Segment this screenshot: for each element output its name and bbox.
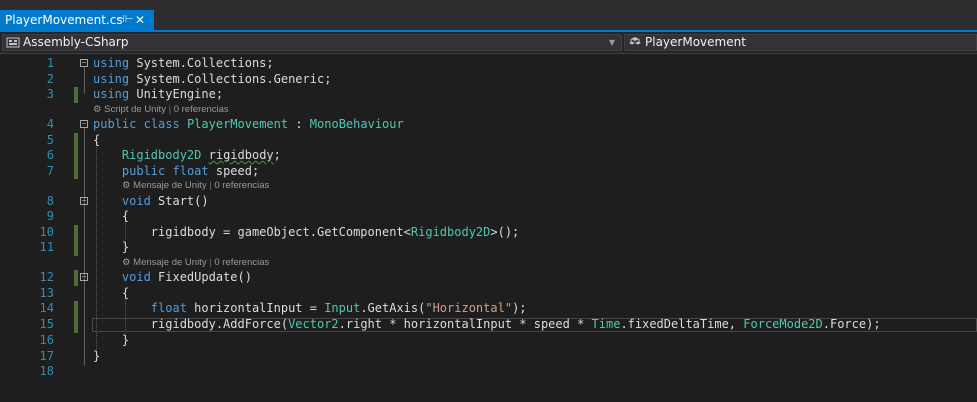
codelens-text: ⚙ Mensaje de Unity | 0 referencias <box>122 180 270 191</box>
change-marker <box>74 148 78 164</box>
line-number: 18 <box>39 364 54 378</box>
line-number: 14 <box>39 301 54 315</box>
codelens[interactable]: ⚙ Mensaje de Unity | 0 referencias <box>0 256 977 271</box>
references-link[interactable]: 0 referencias <box>214 257 269 268</box>
code-text: float horizontalInput = Input.GetAxis("H… <box>150 301 527 315</box>
line-number: 15 <box>39 317 54 331</box>
code-text: } <box>93 333 130 347</box>
code-editor[interactable]: 1 − using System.Collections; 2 using Sy… <box>0 54 977 402</box>
line-number: 4 <box>46 117 54 131</box>
code-line[interactable]: 17 } <box>0 349 977 365</box>
code-text: { <box>93 209 130 223</box>
code-line[interactable]: 5 { <box>0 132 977 148</box>
code-text: void FixedUpdate() <box>121 270 252 284</box>
code-line[interactable]: 8 − void Start() <box>0 194 977 210</box>
line-number: 7 <box>46 163 54 178</box>
code-text: using System.Collections.Generic; <box>93 71 332 86</box>
project-dropdown[interactable]: Assembly-CSharp ▼ <box>2 34 622 51</box>
collapse-icon[interactable]: − <box>80 273 88 281</box>
project-icon <box>6 37 20 48</box>
code-line[interactable]: 2 using System.Collections.Generic; <box>0 72 977 88</box>
tab-title: PlayerMovement.cs <box>5 13 123 27</box>
collapse-icon[interactable]: − <box>80 196 88 205</box>
class-name: PlayerMovement <box>645 35 746 49</box>
code-text: } <box>93 348 101 363</box>
code-line[interactable]: 11 } <box>0 240 977 256</box>
line-number: 3 <box>46 87 54 101</box>
code-line[interactable]: 14 float horizontalInput = Input.GetAxis… <box>0 301 977 317</box>
unity-icon: ⚙ <box>93 103 102 115</box>
codelens[interactable]: ⚙ Mensaje de Unity | 0 referencias <box>0 179 977 194</box>
change-marker <box>74 163 78 179</box>
line-number: 1 <box>46 56 54 70</box>
change-marker <box>74 301 78 317</box>
line-number: 5 <box>46 132 54 147</box>
code-line[interactable]: 10 rigidbody = gameObject.GetComponent<R… <box>0 224 977 240</box>
change-marker <box>74 224 78 240</box>
line-number: 16 <box>39 333 54 347</box>
code-text: using System.Collections; <box>93 56 274 70</box>
code-line[interactable]: 9 { <box>0 209 977 225</box>
code-line[interactable]: 4 − public class PlayerMovement : MonoBe… <box>0 117 977 133</box>
tab-player-movement[interactable]: PlayerMovement.cs ⊣⊢ ✕ <box>0 10 154 30</box>
codelens-text: ⚙ Script de Unity | 0 referencias <box>93 103 229 115</box>
code-text: public class PlayerMovement : MonoBehavi… <box>93 117 404 131</box>
code-line[interactable]: 18 <box>0 364 977 380</box>
code-line[interactable]: 1 − using System.Collections; <box>0 56 977 72</box>
code-text: rigidbody.AddForce(Vector2.right * horiz… <box>93 317 881 331</box>
close-icon[interactable]: ✕ <box>135 10 145 30</box>
line-number: 12 <box>39 270 54 284</box>
code-text: rigidbody = gameObject.GetComponent<Rigi… <box>93 224 520 239</box>
codelens-label: Script de Unity <box>104 103 166 115</box>
class-dropdown[interactable]: PlayerMovement <box>624 34 977 51</box>
code-text: } <box>93 240 130 254</box>
code-text: using UnityEngine; <box>93 87 224 101</box>
line-number: 17 <box>39 348 54 363</box>
change-marker <box>74 87 78 103</box>
code-line[interactable]: 15 rigidbody.AddForce(Vector2.right * ho… <box>0 317 977 333</box>
unity-icon: ⚙ <box>122 180 131 191</box>
line-number: 2 <box>46 71 54 86</box>
references-link[interactable]: 0 referencias <box>174 104 229 115</box>
code-text: { <box>93 285 130 300</box>
code-line[interactable]: 13 { <box>0 286 977 302</box>
line-number: 6 <box>46 148 54 162</box>
collapse-icon[interactable]: − <box>80 120 88 128</box>
references-link[interactable]: 0 referencias <box>214 180 269 191</box>
project-name: Assembly-CSharp <box>23 35 129 49</box>
codelens[interactable]: ⚙ Script de Unity | 0 referencias <box>0 103 977 118</box>
code-text: public float speed; <box>121 163 260 178</box>
document-tab-strip: PlayerMovement.cs ⊣⊢ ✕ <box>0 0 977 32</box>
code-line[interactable]: 3 using UnityEngine; <box>0 87 977 103</box>
class-icon <box>629 37 641 45</box>
change-marker <box>74 240 78 256</box>
change-marker <box>74 132 78 148</box>
codelens-label: Mensaje de Unity <box>133 256 207 268</box>
codelens-text: ⚙ Mensaje de Unity | 0 referencias <box>122 256 270 268</box>
line-number: 9 <box>46 209 54 223</box>
line-number: 13 <box>39 285 54 300</box>
code-text: { <box>93 132 101 147</box>
line-number: 11 <box>39 240 54 254</box>
codelens-label: Mensaje de Unity <box>133 180 207 191</box>
code-line[interactable]: 16 } <box>0 333 977 349</box>
code-line[interactable]: 12 − void FixedUpdate() <box>0 270 977 286</box>
pin-icon[interactable]: ⊣⊢ <box>116 10 133 30</box>
line-number: 8 <box>46 193 54 208</box>
navigation-bar: Assembly-CSharp ▼ PlayerMovement <box>0 32 977 54</box>
change-marker <box>74 270 78 286</box>
code-text: Rigidbody2D rigidbody; <box>121 148 281 162</box>
change-marker <box>74 317 78 333</box>
unity-icon: ⚙ <box>122 256 131 268</box>
code-line[interactable]: 6 Rigidbody2D rigidbody; <box>0 148 977 164</box>
code-text: void Start() <box>121 193 209 208</box>
collapse-icon[interactable]: − <box>80 59 88 67</box>
line-number: 10 <box>39 224 54 239</box>
chevron-down-icon[interactable]: ▼ <box>609 35 615 50</box>
code-line[interactable]: 7 public float speed; <box>0 163 977 179</box>
